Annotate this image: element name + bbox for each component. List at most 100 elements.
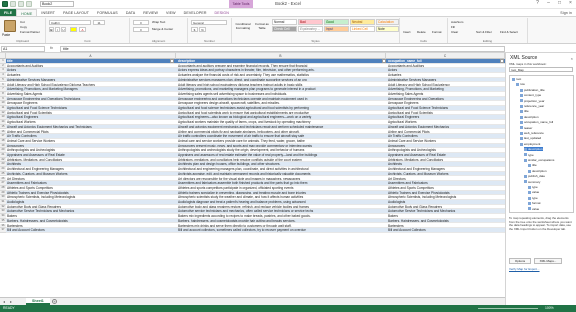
undo-icon[interactable] <box>18 1 24 7</box>
tab-review[interactable]: REVIEW <box>139 9 162 16</box>
zoom-level[interactable]: 100% <box>545 305 554 312</box>
maximize-icon[interactable]: □ <box>556 1 563 7</box>
xml-tree-node[interactable]: last_updated <box>520 136 541 140</box>
help-icon[interactable]: ? <box>534 1 541 7</box>
tab-page-layout[interactable]: PAGE LAYOUT <box>59 9 93 16</box>
underline-icon[interactable]: U <box>61 27 66 32</box>
autosum-button[interactable]: AutoSum <box>451 20 463 24</box>
delete-button[interactable]: Delete <box>417 30 426 34</box>
xml-tree-node[interactable]: employment <box>520 142 540 146</box>
close-icon[interactable]: × <box>571 56 573 61</box>
insert-button[interactable]: Insert <box>403 30 411 34</box>
worksheet-grid[interactable]: A B C 1 title description occupation_name_f… <box>0 53 505 297</box>
xml-options-button[interactable]: Options <box>509 258 531 264</box>
clear-button[interactable]: Clear <box>451 30 458 34</box>
merge-center-button[interactable]: Merge & Center <box>152 27 173 31</box>
xml-tree-node[interactable]: root <box>512 77 521 81</box>
tab-formulas[interactable]: FORMULAS <box>93 9 122 16</box>
redo-icon[interactable] <box>26 1 32 7</box>
xml-tree-node[interactable]: publication_title <box>520 88 545 92</box>
filter-dropdown-icon[interactable] <box>500 59 504 63</box>
formula-input[interactable]: title <box>60 46 505 52</box>
name-box[interactable]: A1 <box>1 46 45 52</box>
sheet-nav-right-icon[interactable]: ▸ <box>10 299 12 304</box>
copy-button[interactable]: Copy <box>20 25 27 29</box>
xml-tree-node[interactable]: title <box>520 109 529 113</box>
number-format-select[interactable]: General <box>191 20 227 25</box>
wrap-text-button[interactable]: Wrap Text <box>152 20 165 24</box>
style-neutral[interactable]: Neutral <box>350 19 375 25</box>
conditional-formatting-button[interactable]: Conditional Formatting <box>234 22 252 30</box>
xml-tree-node[interactable]: row <box>516 82 525 86</box>
style-good[interactable]: Good <box>324 19 349 25</box>
xml-tree-node[interactable]: title <box>528 163 537 167</box>
xml-tree-node[interactable]: publish_date <box>524 174 545 178</box>
sheet-tab-sheet1[interactable]: Sheet1 <box>26 298 50 305</box>
style-normal[interactable]: Normal <box>272 19 297 25</box>
tab-insert[interactable]: INSERT <box>37 9 59 16</box>
sheet-nav-left-icon[interactable]: ◂ <box>3 299 5 304</box>
xml-tree-node[interactable]: reference_year <box>520 104 544 108</box>
table-cell[interactable]: Bill and Account Collectors <box>388 228 505 232</box>
fx-icon[interactable]: fx <box>50 46 53 50</box>
xml-tree-node[interactable]: type <box>528 185 538 189</box>
font-name-select[interactable]: Calibri <box>49 20 91 25</box>
style-bad[interactable]: Bad <box>298 19 323 25</box>
xml-tree-node[interactable]: description <box>524 147 543 152</box>
xml-tree-node[interactable]: type <box>528 196 538 200</box>
style-explanatory[interactable]: Explanatory ... <box>298 26 323 32</box>
xml-tree-node[interactable]: occupation_name_full <box>520 120 553 124</box>
style-input[interactable]: Input <box>324 26 349 32</box>
style-calculation[interactable]: Calculation <box>376 19 399 25</box>
tab-home[interactable]: HOME <box>16 9 38 16</box>
save-icon[interactable] <box>10 1 16 7</box>
xml-tree-node[interactable]: summary <box>524 180 540 184</box>
paste-icon[interactable] <box>4 20 16 32</box>
xml-tree-node[interactable]: content_type <box>520 93 541 97</box>
xml-tree-node[interactable]: teaser <box>520 126 532 130</box>
align-left-icon[interactable]: ≡ <box>133 27 149 32</box>
xml-tree-node[interactable]: value <box>528 190 539 194</box>
format-as-table-button[interactable]: Format as Table <box>254 22 270 30</box>
zoom-slider[interactable] <box>478 308 538 309</box>
cut-button[interactable]: Cut <box>20 20 25 24</box>
italic-icon[interactable]: I <box>55 27 60 32</box>
find-select-button[interactable]: Find & Select <box>500 30 518 34</box>
font-color-icon[interactable]: A <box>79 27 86 32</box>
xml-tree-node[interactable]: type <box>524 153 534 157</box>
fill-button[interactable]: Fill <box>451 25 455 29</box>
tab-file[interactable]: FILE <box>0 9 17 16</box>
tab-data[interactable]: DATA <box>122 9 139 16</box>
bold-icon[interactable]: B <box>49 27 54 32</box>
style-check-cell[interactable]: Check Cell <box>272 26 297 32</box>
xml-maps-button[interactable]: XML Maps... <box>534 258 562 264</box>
style-note[interactable]: Note <box>376 26 399 32</box>
filter-dropdown-icon[interactable] <box>382 59 386 63</box>
xml-tree-node[interactable]: description <box>528 169 547 173</box>
add-sheet-icon[interactable]: + <box>52 299 57 304</box>
xml-tree-node[interactable]: similar_occupations <box>524 158 554 162</box>
xml-tree-node[interactable]: web_reference <box>520 131 544 135</box>
table-cell[interactable]: Bill and account collectors, sometimes c… <box>178 228 386 232</box>
align-top-icon[interactable]: ≡ <box>133 20 149 25</box>
xml-tree-node[interactable]: value <box>528 207 539 211</box>
workbook-combo[interactable]: Book2 <box>40 1 74 7</box>
xml-tree-node[interactable]: format <box>528 201 541 205</box>
tab-developer[interactable]: DEVELOPER <box>180 9 211 16</box>
tab-view[interactable]: VIEW <box>162 9 180 16</box>
xml-tree[interactable]: root row publication_title content_type proj… <box>509 75 574 213</box>
minimize-icon[interactable]: – <box>545 1 552 7</box>
font-size-select[interactable]: 11 <box>93 20 105 25</box>
format-button[interactable]: Format <box>432 30 442 34</box>
format-painter-button[interactable]: Format Painter <box>20 30 40 34</box>
percent-icon[interactable]: % <box>199 27 206 32</box>
style-linked-cell[interactable]: Linked Cell <box>350 26 375 32</box>
paste-button[interactable]: Paste <box>2 33 10 37</box>
currency-icon[interactable]: $ <box>191 27 198 32</box>
sort-filter-button[interactable]: Sort & Filter <box>476 30 492 34</box>
table-cell[interactable]: Bill and Account Collectors <box>7 228 175 232</box>
fill-color-icon[interactable] <box>70 27 77 32</box>
close-icon[interactable]: × <box>567 1 574 7</box>
filter-dropdown-icon[interactable] <box>170 59 174 63</box>
tab-design[interactable]: DESIGN <box>211 9 233 16</box>
